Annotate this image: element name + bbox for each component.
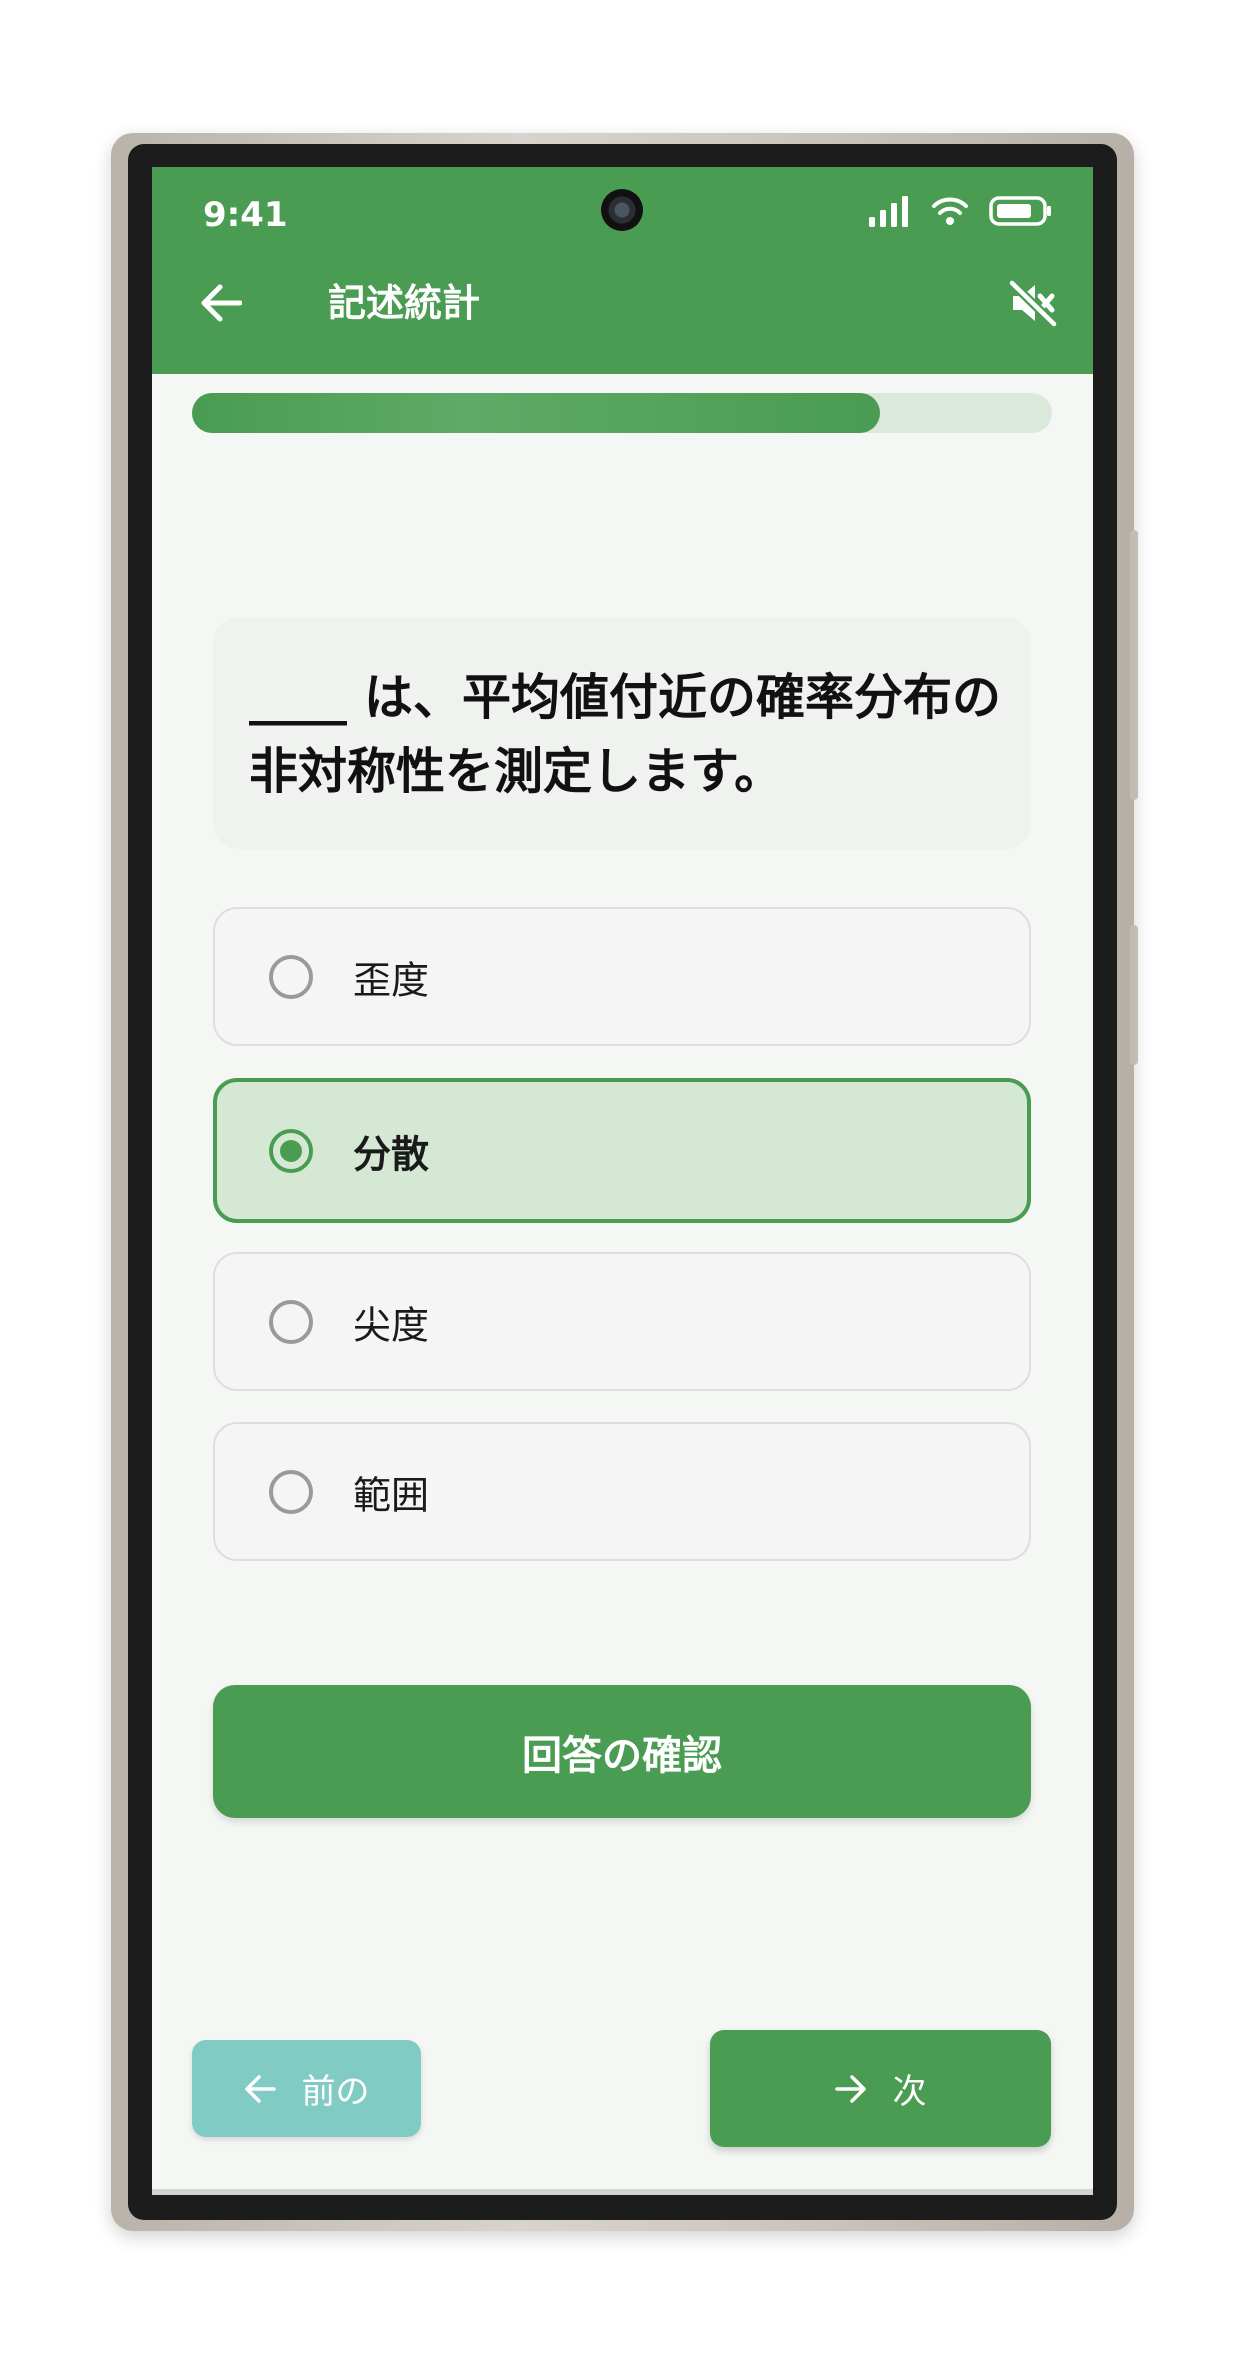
home-indicator xyxy=(152,2189,1093,2195)
phone-side-button xyxy=(1130,530,1138,800)
option-skewness[interactable]: 歪度 xyxy=(213,907,1031,1046)
camera-icon xyxy=(601,189,643,231)
option-kurtosis[interactable]: 尖度 xyxy=(213,1252,1031,1391)
radio-dot xyxy=(280,1139,302,1162)
status-icons xyxy=(867,195,1053,227)
radio-button[interactable] xyxy=(269,954,313,999)
radio-button-selected[interactable] xyxy=(269,1128,313,1173)
option-label: 分散 xyxy=(353,1132,430,1176)
prev-label: 前の xyxy=(301,2072,370,2112)
next-button[interactable]: 次 xyxy=(710,2030,1051,2147)
signal-icon xyxy=(869,196,908,227)
battery-icon xyxy=(989,196,1051,226)
radio-button[interactable] xyxy=(269,1469,313,1514)
volume-off-icon xyxy=(1009,279,1057,327)
question-text: ____ は、平均値付近の確率分布の非対称性を測定します。 xyxy=(249,669,1002,800)
option-label: 歪度 xyxy=(353,958,430,1002)
wifi-icon xyxy=(932,197,968,225)
back-button[interactable] xyxy=(198,280,244,326)
option-variance[interactable]: 分散 xyxy=(213,1078,1031,1223)
check-answer-button[interactable]: 回答の確認 xyxy=(213,1685,1031,1818)
option-label: 尖度 xyxy=(353,1303,430,1347)
arrow-left-icon xyxy=(201,284,242,322)
screen: 9:41 記述統計 ____ は、平均値付近の確率分布の非対称性を測定します。 … xyxy=(152,167,1093,2195)
progress-fill xyxy=(192,393,880,433)
mute-button[interactable] xyxy=(1007,277,1059,329)
page-title: 記述統計 xyxy=(328,281,481,325)
arrow-right-icon xyxy=(834,2074,866,2103)
status-time: 9:41 xyxy=(203,195,288,235)
arrow-left-icon xyxy=(244,2074,276,2103)
option-range[interactable]: 範囲 xyxy=(213,1422,1031,1561)
progress-bar xyxy=(192,393,1052,433)
prev-button[interactable]: 前の xyxy=(192,2040,421,2137)
app-bar: 9:41 記述統計 xyxy=(152,167,1093,374)
phone-side-button xyxy=(1130,925,1138,1065)
next-label: 次 xyxy=(892,2072,927,2112)
question-card: ____ は、平均値付近の確率分布の非対称性を測定します。 xyxy=(213,617,1031,849)
radio-button[interactable] xyxy=(269,1299,313,1344)
option-label: 範囲 xyxy=(353,1473,430,1517)
